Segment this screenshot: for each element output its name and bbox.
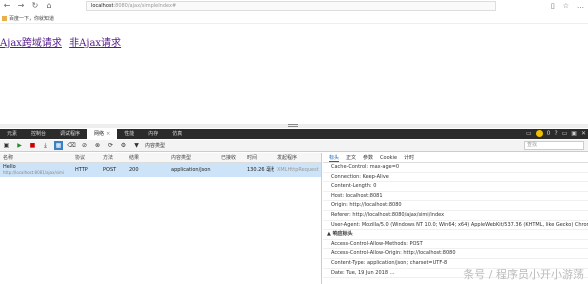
request-header-row: Cache-Control: max-age=0 (323, 163, 588, 173)
filter-toggle-icon[interactable]: ▦ (54, 141, 63, 150)
request-name-cell: Hello http://localhost:8081/ajax/simi (0, 163, 72, 177)
request-method: POST (103, 167, 117, 173)
find-input[interactable]: 查找 (524, 141, 584, 150)
column-header-method[interactable]: 方法 (100, 153, 126, 162)
response-header-row: Access-Control-Allow-Origin: http://loca… (323, 249, 588, 259)
request-header-row: Origin: http://localhost:8080 (323, 201, 588, 211)
column-header-time[interactable]: 时间 (244, 153, 274, 162)
import-icon[interactable]: ⤓ (41, 141, 50, 150)
devtools-tabs: 元素 控制台 调试程序 网络 × 性能 内存 仿真 ▭ 0 ? ▭ ▣ ✕ (0, 129, 588, 139)
network-request-list: 名称 协议 方法 结果 内容类型 已接收 时间 发起程序 Hello http:… (0, 153, 322, 284)
column-header-protocol[interactable]: 协议 (72, 153, 100, 162)
request-header-row: Referer: http://localhost:8080/ajax/simi… (323, 211, 588, 221)
tab-network-label: 网络 (94, 131, 105, 137)
close-devtools-icon[interactable]: ✕ (581, 129, 586, 139)
address-path: :8080/ajax/simpleIndex# (113, 3, 177, 9)
splitter-grip-icon[interactable] (288, 124, 298, 127)
tab-cookies[interactable]: Cookie (380, 153, 397, 162)
request-header-row: Content-Length: 0 (323, 182, 588, 192)
tab-body[interactable]: 正文 (346, 153, 356, 162)
column-header-name[interactable]: 名称 (0, 153, 72, 162)
tab-performance[interactable]: 性能 (117, 129, 141, 139)
favorite-item[interactable]: 百度一下，你就知道 (2, 14, 54, 24)
network-table-header: 名称 协议 方法 结果 内容类型 已接收 时间 发起程序 (0, 153, 321, 163)
request-time: 130.26 毫秒 (247, 167, 274, 173)
watermark: 条号 / 程序员小开小游荡 (463, 268, 584, 281)
settings-icon[interactable]: ⚙ (119, 141, 128, 150)
clear-cache-icon[interactable]: ⌫ (67, 141, 76, 150)
forward-arrow-icon[interactable]: → (14, 0, 28, 12)
error-count[interactable]: 0 (547, 129, 551, 139)
address-host: localhost (91, 3, 114, 9)
non-ajax-link[interactable]: 非Ajax请求 (69, 38, 121, 49)
content-type-filter[interactable]: 内容类型 (145, 142, 165, 149)
filter-funnel-icon[interactable]: ▼ (132, 141, 141, 150)
tab-close-icon[interactable]: × (106, 131, 110, 137)
favorites-bar: 百度一下，你就知道 (0, 14, 588, 24)
request-content-type: application/json (171, 167, 211, 173)
column-header-received[interactable]: 已接收 (218, 153, 244, 162)
tab-memory[interactable]: 内存 (141, 129, 165, 139)
column-header-initiator[interactable]: 发起程序 (274, 153, 322, 162)
request-details-panel: 标头 正文 参数 Cookie 计时 Cache-Control: max-ag… (323, 153, 588, 284)
ajax-cross-domain-link[interactable]: Ajax跨域请求 (0, 38, 62, 49)
request-protocol: HTTP (75, 167, 88, 173)
tab-emulation[interactable]: 仿真 (165, 129, 189, 139)
request-url: http://localhost:8081/ajax/simi (3, 170, 65, 175)
tab-network[interactable]: 网络 × (87, 129, 118, 139)
tab-headers[interactable]: 标头 (329, 153, 340, 162)
headers-list: Cache-Control: max-age=0 Connection: Kee… (323, 163, 588, 279)
save-icon[interactable]: ▣ (2, 141, 11, 150)
dock-icon[interactable]: ▣ (571, 129, 577, 139)
table-row[interactable]: Hello http://localhost:8081/ajax/simi HT… (0, 163, 321, 177)
tab-parameters[interactable]: 参数 (363, 153, 373, 162)
favorite-item-label: 百度一下，你就知道 (9, 15, 55, 22)
always-refresh-icon[interactable]: ⟳ (106, 141, 115, 150)
undock-icon[interactable]: ▭ (562, 129, 568, 139)
help-icon[interactable]: ? (554, 129, 557, 139)
request-initiator: XMLHttpRequest (277, 167, 319, 173)
devtools-right-icons: ▭ 0 ? ▭ ▣ ✕ (526, 129, 586, 139)
clear-sessions-icon[interactable]: ⊗ (93, 141, 102, 150)
tab-debugger[interactable]: 调试程序 (53, 129, 87, 139)
request-header-row: User-Agent: Mozilla/5.0 (Windows NT 10.0… (323, 221, 588, 231)
address-bar[interactable]: localhost:8080/ajax/simpleIndex# (86, 1, 496, 11)
favorite-item-icon (2, 15, 7, 21)
detail-tabs: 标头 正文 参数 Cookie 计时 (323, 153, 588, 163)
devtools-splitter[interactable] (0, 124, 588, 128)
column-header-result[interactable]: 结果 (126, 153, 168, 162)
back-arrow-icon[interactable]: ← (0, 0, 14, 12)
clear-cookies-icon[interactable]: ⊘ (80, 141, 89, 150)
network-toolbar: ▣ ▶ ■ ⤓ ▦ ⌫ ⊘ ⊗ ⟳ ⚙ ▼ 内容类型 查找 (0, 140, 588, 152)
response-header-row: Access-Control-Allow-Methods: POST (323, 240, 588, 250)
browser-toolbar: ← → ↻ ⌂ localhost:8080/ajax/simpleIndex#… (0, 0, 588, 12)
tab-elements[interactable]: 元素 (0, 129, 24, 139)
response-headers-section[interactable]: ▲ 响应标头 (323, 230, 588, 240)
home-icon[interactable]: ⌂ (42, 0, 56, 12)
browser-right-icons: ▯ ☆ … (551, 1, 584, 11)
request-result: 200 (129, 167, 139, 173)
column-header-content-type[interactable]: 内容类型 (168, 153, 218, 162)
request-header-row: Host: localhost:8081 (323, 192, 588, 202)
favorite-star-icon[interactable]: ☆ (563, 1, 569, 11)
more-icon[interactable]: … (577, 1, 584, 11)
stop-recording-icon[interactable]: ■ (28, 141, 37, 150)
page-content: Ajax跨域请求 非Ajax请求 (0, 34, 125, 49)
request-received (218, 163, 244, 177)
request-header-row: Connection: Keep-Alive (323, 173, 588, 183)
console-icon[interactable]: ▭ (526, 129, 532, 139)
reading-view-icon[interactable]: ▯ (551, 1, 555, 11)
tab-console[interactable]: 控制台 (24, 129, 53, 139)
feedback-smiley-icon[interactable] (535, 130, 543, 137)
refresh-icon[interactable]: ↻ (28, 0, 42, 12)
tab-timing[interactable]: 计时 (404, 153, 414, 162)
record-play-icon[interactable]: ▶ (15, 141, 24, 150)
